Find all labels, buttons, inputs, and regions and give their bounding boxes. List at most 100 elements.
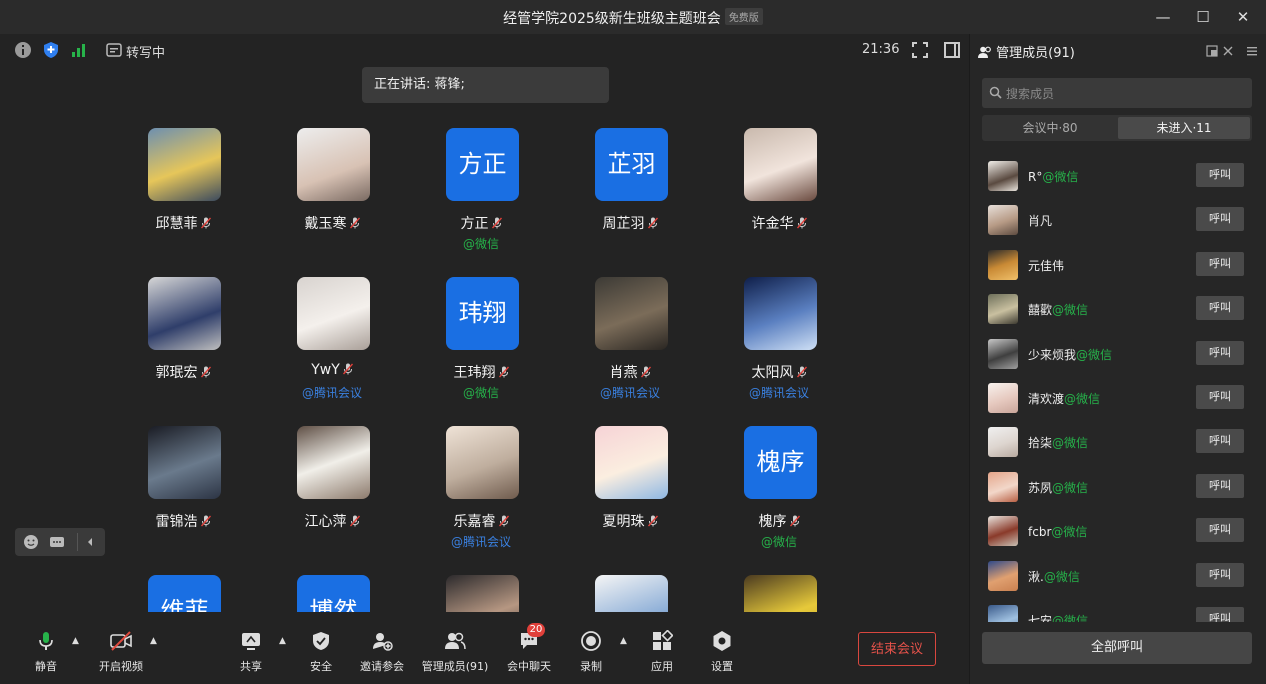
video-options-icon[interactable]: ▲ [150,636,160,646]
security-button[interactable]: 安全 [306,630,336,678]
apps-button[interactable]: 应用 [647,630,677,678]
participant-tile[interactable] [709,541,849,612]
call-all-button[interactable]: 全部呼叫 [982,632,1252,664]
participant-tile[interactable]: 槐序 槐序 @微信 [709,392,849,549]
share-options-icon[interactable]: ▲ [279,636,289,646]
panel-close-icon[interactable] [1222,45,1234,57]
member-search-input[interactable]: 搜索成员 [982,78,1252,108]
member-row[interactable]: 拾柒@微信 呼叫 [970,420,1266,464]
participant-tile[interactable] [560,541,700,612]
participant-tile[interactable]: 博然 [262,541,402,612]
video-button[interactable]: 开启视频 [96,630,146,678]
tab-in-meeting[interactable]: 会议中·80 [984,117,1116,139]
danmaku-icon[interactable] [49,534,65,550]
member-row[interactable]: 七安@微信 呼叫 [970,598,1266,622]
popout-icon[interactable] [1206,45,1218,57]
record-icon [581,631,601,651]
participant-tile[interactable]: 肖燕 @腾讯会议 [560,243,700,400]
info-icon[interactable] [14,41,32,59]
avatar [148,128,221,201]
invite-button[interactable]: 邀请参会 [358,630,406,678]
apps-label: 应用 [651,660,673,673]
member-row[interactable]: R°@微信 呼叫 [970,154,1266,198]
participant-tile[interactable]: 戴玉寒 [262,94,402,234]
member-row[interactable]: 囍歡@微信 呼叫 [970,287,1266,331]
transcribe-status[interactable]: 转写中 [126,42,165,61]
avatar [297,426,370,499]
participant-tile[interactable]: 维菲 [113,541,253,612]
participant-tile[interactable]: 郭珉宏 [113,243,253,383]
tab-not-joined[interactable]: 未进入·11 [1118,117,1250,139]
avatar [148,426,221,499]
end-meeting-button[interactable]: 结束会议 [858,632,936,666]
member-name: fcbr@微信 [1028,525,1088,540]
member-row[interactable]: 清欢渡@微信 呼叫 [970,376,1266,420]
participant-tile[interactable]: 邱慧菲 [113,94,253,234]
avatar [446,426,519,499]
participant-tile[interactable]: 江心萍 [262,392,402,532]
record-button[interactable]: 录制 [576,630,606,678]
search-icon [989,86,1002,99]
participant-tile[interactable]: YwY @腾讯会议 [262,243,402,400]
call-button[interactable]: 呼叫 [1196,562,1244,587]
call-button[interactable]: 呼叫 [1196,296,1244,321]
member-row[interactable]: 肖凡 呼叫 [970,198,1266,242]
minimize-icon[interactable]: — [1148,6,1178,28]
maximize-icon[interactable]: ☐ [1188,6,1218,28]
mute-label: 静音 [35,660,57,673]
mute-button[interactable]: 静音 [30,630,62,678]
close-icon[interactable]: ✕ [1228,6,1258,28]
menu-icon[interactable] [1246,45,1258,57]
invite-label: 邀请参会 [360,660,404,673]
member-row[interactable]: 少来烦我@微信 呼叫 [970,332,1266,376]
participant-name: 邱慧菲 [113,213,253,233]
call-button[interactable]: 呼叫 [1196,163,1244,187]
audio-options-icon[interactable]: ▲ [72,636,82,646]
mic-muted-icon [796,366,807,378]
member-row[interactable]: fcbr@微信 呼叫 [970,509,1266,553]
member-row[interactable]: 苏夙@微信 呼叫 [970,465,1266,509]
member-name: 肖凡 [1028,214,1053,229]
transcribe-icon[interactable] [106,42,122,58]
layout-icon[interactable] [943,41,961,59]
members-panel: 管理成员(91) 搜索成员 会议中·80 未进入·11 R°@微信 呼叫 肖凡 呼叫元… [969,34,1266,684]
settings-button[interactable]: 设置 [707,630,737,678]
participant-tile[interactable]: 方正 方正 @微信 [411,94,551,251]
participant-tile[interactable]: 雷锦浩 [113,392,253,532]
participant-tile[interactable]: 玮翔 王玮翔 @微信 [411,243,551,400]
avatar [446,575,519,612]
call-button[interactable]: 呼叫 [1196,207,1244,232]
emoji-icon[interactable] [23,534,39,550]
participant-name: 夏明珠 [560,511,700,531]
participant-tile[interactable] [411,541,551,612]
member-row[interactable]: 元佳伟 呼叫 [970,243,1266,287]
call-button[interactable]: 呼叫 [1196,473,1244,498]
participant-tile[interactable]: 太阳风 @腾讯会议 [709,243,849,400]
participant-tile[interactable]: 夏明珠 [560,392,700,532]
participant-tile[interactable]: 许金华 [709,94,849,234]
participant-tile[interactable]: 乐嘉睿 @腾讯会议 [411,392,551,549]
member-source: @微信 [1042,170,1079,184]
fullscreen-icon[interactable] [911,41,929,59]
share-button[interactable]: 共享 [236,630,266,678]
member-name: 囍歡@微信 [1028,303,1089,318]
shield-icon[interactable] [42,41,60,59]
collapse-icon[interactable] [85,537,95,547]
member-row[interactable]: 湫.@微信 呼叫 [970,554,1266,598]
participant-name: 许金华 [709,213,849,233]
record-options-icon[interactable]: ▲ [620,636,630,646]
member-source: @微信 [1052,480,1089,495]
participant-name: 雷锦浩 [113,511,253,531]
call-button[interactable]: 呼叫 [1196,429,1244,454]
manage-members-button[interactable]: 管理成员(91) [420,630,490,678]
call-button[interactable]: 呼叫 [1196,251,1244,276]
call-button[interactable]: 呼叫 [1196,340,1244,365]
chat-button[interactable]: 会中聊天 20 [505,623,553,678]
call-button[interactable]: 呼叫 [1196,607,1244,622]
call-button[interactable]: 呼叫 [1196,385,1244,409]
participant-tile[interactable]: 芷羽 周芷羽 [560,94,700,234]
signal-icon[interactable] [70,41,88,59]
mic-muted-icon [342,363,353,375]
call-button[interactable]: 呼叫 [1196,518,1244,543]
microphone-icon [39,632,53,650]
